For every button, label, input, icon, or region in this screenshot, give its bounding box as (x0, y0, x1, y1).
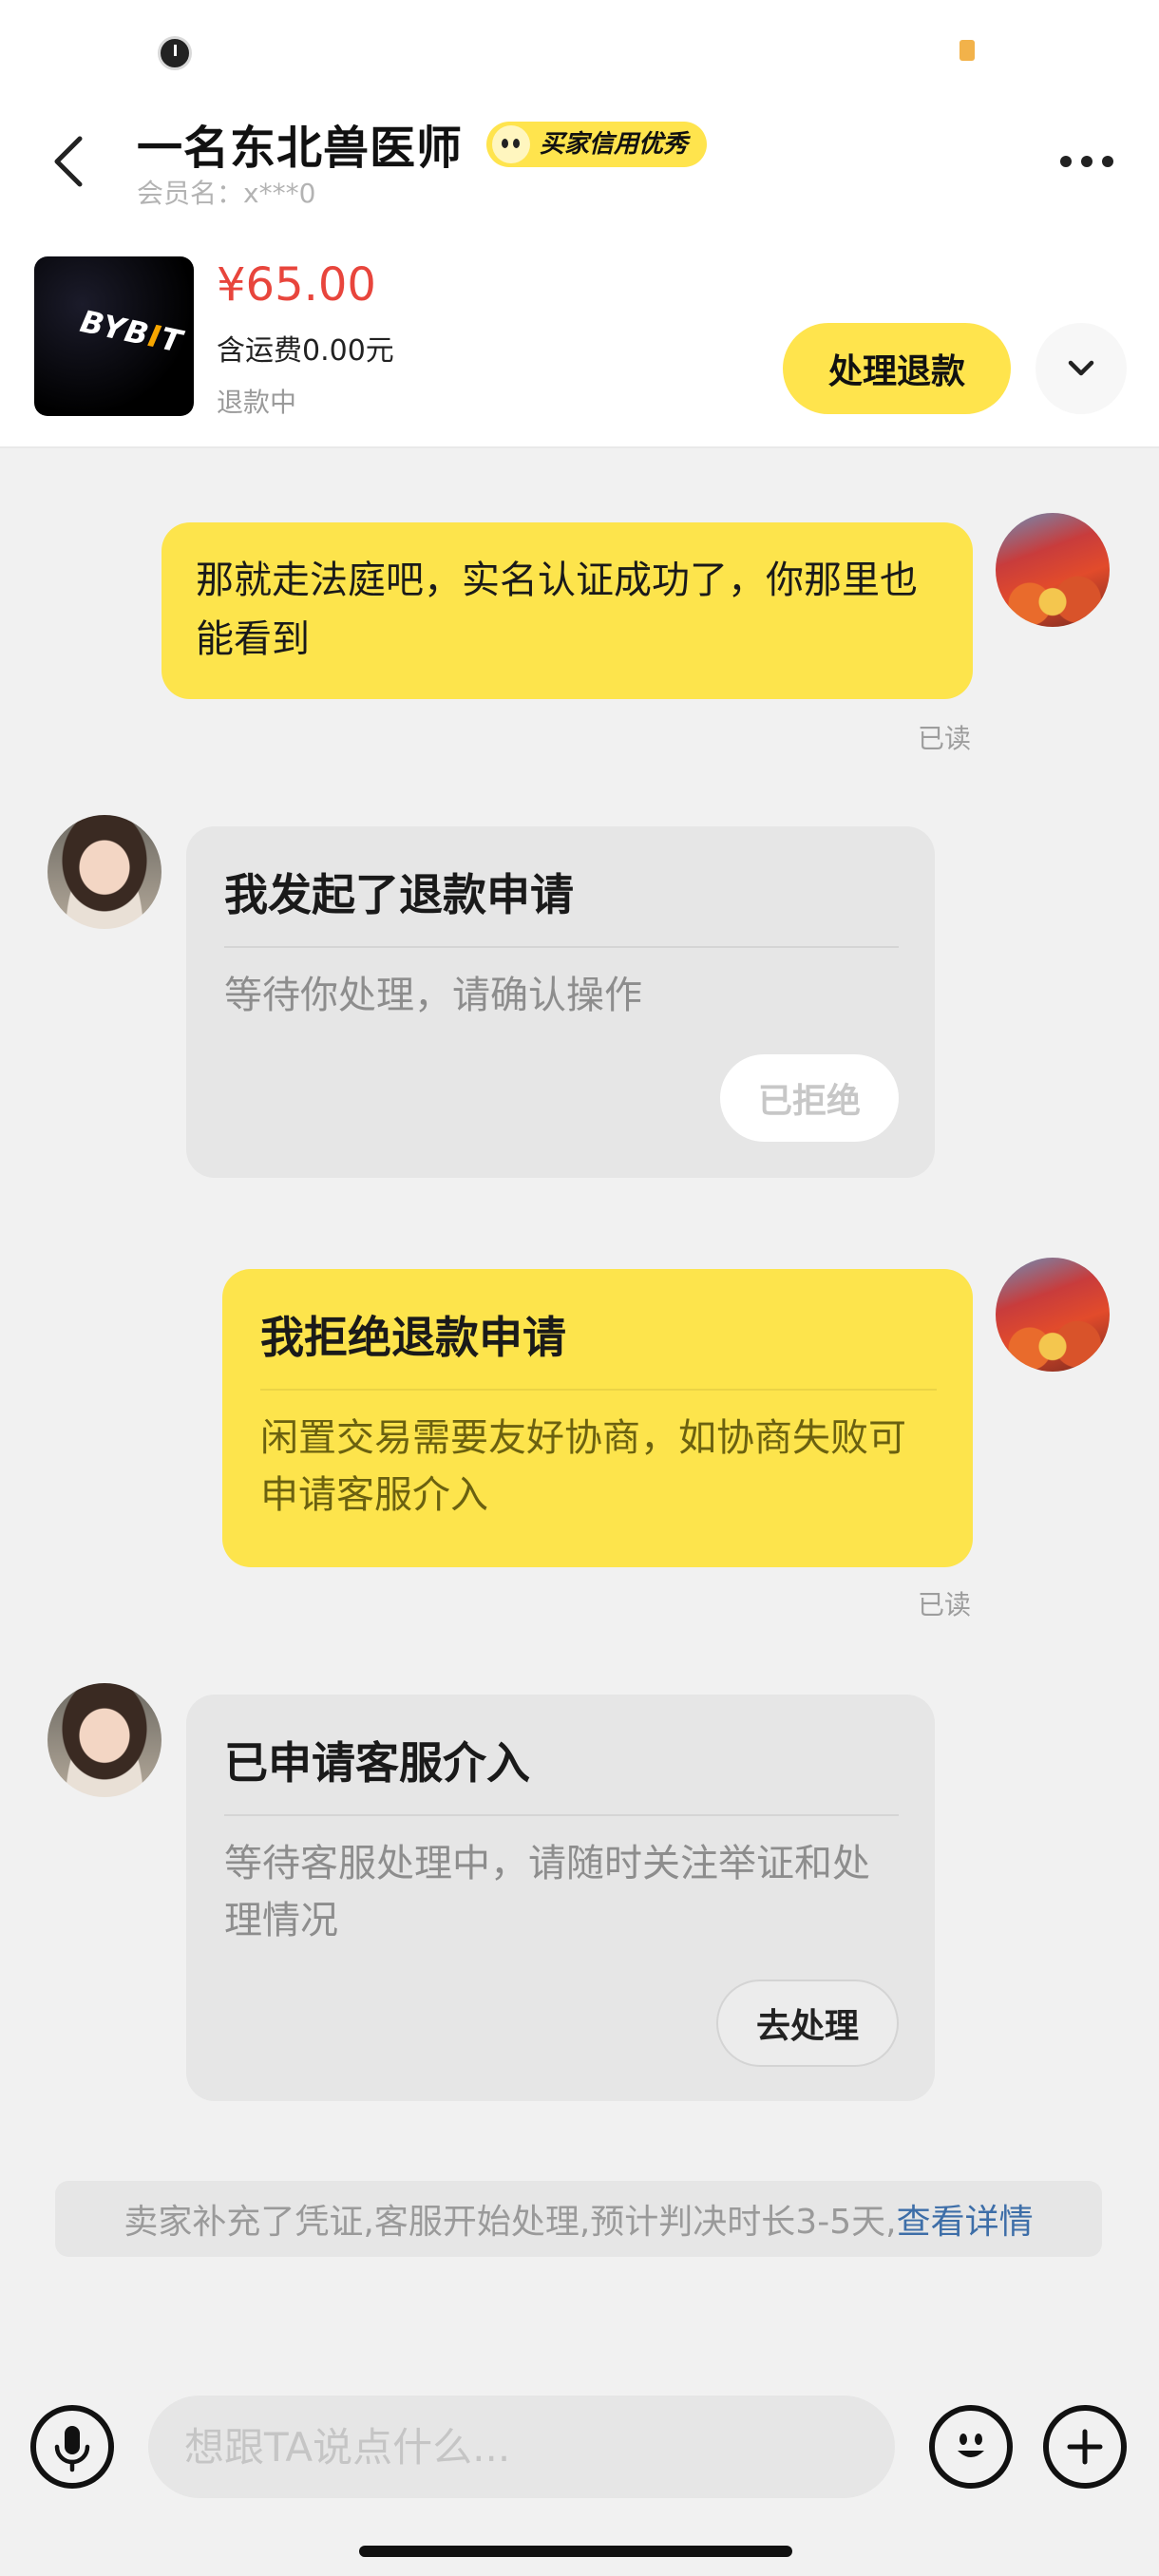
microphone-icon (54, 2426, 90, 2472)
order-status: 退款中 (217, 387, 297, 418)
add-button[interactable] (1043, 2405, 1127, 2489)
card-divider (260, 1389, 937, 1391)
go-handle-button[interactable]: 去处理 (715, 1979, 899, 2067)
card-body: 等待你处理，请确认操作 (224, 974, 642, 1017)
product-thumbnail[interactable]: BYBIT (34, 256, 194, 416)
card-divider (224, 1814, 899, 1816)
card-title: 已申请客服介入 (224, 1737, 530, 1789)
card-divider (224, 946, 899, 948)
more-button[interactable] (1049, 133, 1125, 190)
voice-button[interactable] (30, 2405, 114, 2489)
credit-badge-label: 买家信用优秀 (540, 130, 689, 159)
view-details-link[interactable]: 查看详情 (897, 2194, 1034, 2244)
system-notice: 卖家补充了凭证,客服开始处理,预计判决时长3-5天, 查看详情 (55, 2181, 1102, 2257)
back-button[interactable] (40, 123, 97, 199)
card-body: 闲置交易需要友好协商，如协商失败可申请客服介入 (260, 1416, 906, 1517)
emoji-icon (958, 2434, 984, 2457)
more-dots-icon (1060, 156, 1072, 167)
message-bubble-text[interactable]: 那就走法庭吧，实名认证成功了，你那里也能看到 (162, 522, 973, 699)
home-indicator[interactable] (359, 2546, 792, 2557)
member-name: 会员名：x***0 (137, 178, 316, 209)
smiley-badge-icon (492, 125, 530, 163)
notice-text: 卖家补充了凭证,客服开始处理,预计判决时长3-5天, (124, 2203, 897, 2242)
my-avatar[interactable] (996, 513, 1110, 627)
contact-avatar[interactable] (48, 815, 162, 929)
product-price: ¥65.00 (217, 258, 376, 312)
expand-button[interactable] (1036, 323, 1127, 414)
plus-icon (1067, 2429, 1103, 2465)
contact-nickname[interactable]: 一名东北兽医师 (137, 110, 463, 177)
handle-refund-button[interactable]: 处理退款 (783, 323, 1011, 414)
contact-avatar[interactable] (48, 1683, 162, 1797)
message-text: 那就走法庭吧，实名认证成功了，你那里也能看到 (196, 559, 918, 661)
rejected-button[interactable]: 已拒绝 (719, 1054, 899, 1142)
refund-reject-card: 我拒绝退款申请 闲置交易需要友好协商，如协商失败可申请客服介入 (222, 1269, 973, 1567)
card-title: 我发起了退款申请 (224, 869, 574, 920)
credit-badge[interactable]: 买家信用优秀 (486, 122, 708, 167)
emoji-button[interactable] (929, 2405, 1013, 2489)
card-title: 我拒绝退款申请 (260, 1312, 566, 1363)
card-body: 等待客服处理中，请随时关注举证和处理情况 (224, 1842, 870, 1942)
read-receipt: 已读 (918, 723, 972, 754)
battery-icon (960, 40, 975, 61)
chat-header: 一名东北兽医师 买家信用优秀 会员名：x***0 BYBIT ¥65.00 含运… (0, 0, 1159, 448)
chevron-left-icon (54, 136, 83, 187)
my-avatar[interactable] (996, 1258, 1110, 1372)
customer-service-card: 已申请客服介入 等待客服处理中，请随时关注举证和处理情况 去处理 (186, 1695, 935, 2101)
refund-request-card: 我发起了退款申请 等待你处理，请确认操作 已拒绝 (186, 826, 935, 1178)
read-receipt: 已读 (918, 1589, 972, 1620)
shipping-fee: 含运费0.00元 (217, 334, 394, 368)
chevron-down-icon (1068, 360, 1094, 376)
message-input[interactable] (148, 2396, 895, 2498)
clock-icon (158, 36, 192, 70)
product-logo: BYBIT (77, 303, 186, 360)
